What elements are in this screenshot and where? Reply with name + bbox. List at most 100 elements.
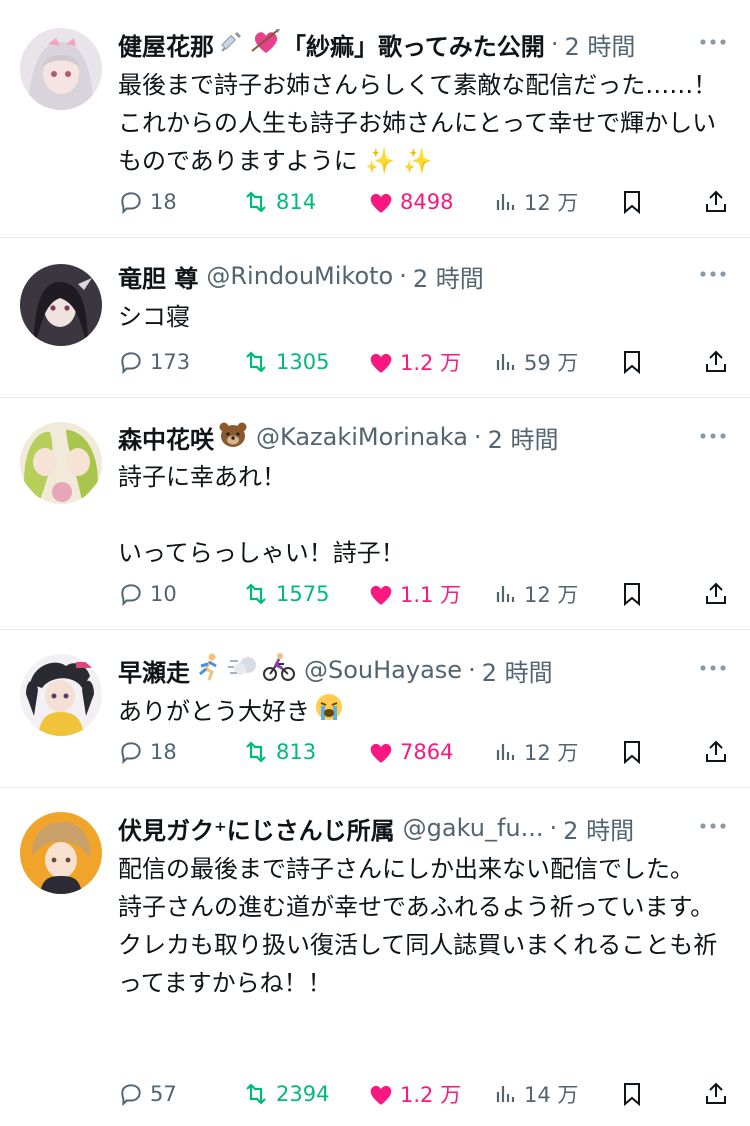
views-button[interactable]: 12 万 (494, 737, 578, 767)
share-button[interactable] (704, 581, 728, 607)
tweet[interactable]: 森中花咲 @KazakiMorinaka · 2 時間 詩子に幸あれ！ いってら… (0, 398, 750, 630)
tweet[interactable]: 早瀬走 @SouHayase · 2 時間 ありがとう大好き 18 813 78… (0, 630, 750, 788)
author-handle[interactable]: @RindouMikoto (206, 262, 393, 290)
like-button[interactable]: 1.1 万 (368, 579, 461, 609)
bear-icon (218, 420, 248, 454)
bookmark-button[interactable] (620, 189, 644, 215)
heart-icon (370, 585, 392, 605)
reply-count: 173 (150, 350, 191, 374)
runner-icon (194, 652, 224, 688)
tweet-text: 詩子に幸あれ！ いってらっしゃい！詩子！ (118, 463, 405, 567)
author-handle[interactable]: @KazakiMorinaka (256, 423, 468, 451)
tweet-text: 配信の最後まで詩子さんにしか出来ない配信でした。 詩子さんの進む道が幸せであふれ… (118, 855, 718, 997)
author-handle[interactable]: @SouHayase (304, 656, 462, 684)
bookmark-button[interactable] (620, 1081, 644, 1107)
heart-icon (370, 743, 392, 763)
view-count: 12 万 (524, 191, 579, 215)
like-button[interactable]: 8498 (368, 190, 453, 214)
author-handle[interactable]: @gaku_fu... (403, 814, 544, 842)
tweet[interactable]: 伏見ガク⁺にじさんじ所属 @gaku_fu... · 2 時間 配信の最後まで詩… (0, 788, 750, 1126)
analytics-icon (496, 354, 515, 370)
author-name[interactable]: 健屋花那 (118, 27, 214, 62)
timestamp[interactable]: 2 時間 (564, 27, 635, 62)
like-count: 1.2 万 (400, 1083, 462, 1107)
author-name[interactable]: 伏見ガク⁺にじさんじ所属 (118, 811, 395, 846)
share-button[interactable] (704, 189, 728, 215)
avatar[interactable] (20, 654, 102, 736)
views-button[interactable]: 14 万 (494, 1079, 578, 1109)
share-icon (706, 350, 726, 372)
like-count: 8498 (400, 190, 454, 214)
heart-icon (370, 1085, 392, 1105)
avatar[interactable] (20, 422, 102, 504)
retweet-icon (246, 351, 266, 373)
tweet-text: 最後まで詩子お姉さんらしくて素敵な配信だった……！これからの人生も詩子お姉さんに… (118, 71, 718, 175)
author-name[interactable]: 早瀬走 (118, 653, 190, 688)
retweet-button[interactable]: 1575 (242, 581, 329, 607)
views-button[interactable]: 12 万 (494, 187, 578, 217)
timestamp[interactable]: 2 時間 (482, 653, 553, 688)
more-options-icon[interactable] (698, 430, 728, 442)
view-count: 59 万 (524, 351, 579, 375)
view-count: 12 万 (524, 741, 579, 765)
reply-button[interactable]: 57 (118, 1081, 177, 1107)
share-icon (706, 190, 726, 212)
dash-icon (228, 653, 258, 687)
reply-icon (121, 192, 141, 215)
reply-button[interactable]: 173 (118, 349, 190, 375)
bookmark-icon (624, 1083, 640, 1107)
retweet-button[interactable]: 2394 (242, 1081, 329, 1107)
reply-icon (121, 584, 141, 607)
tweet[interactable]: 竜胆 尊 @RindouMikoto · 2 時間 シコ寝 173 1305 1… (0, 238, 750, 398)
heart-icon (370, 193, 392, 213)
reply-button[interactable]: 18 (118, 189, 177, 215)
tweet-text: ありがとう大好き (118, 692, 728, 733)
retweet-count: 1305 (276, 350, 330, 374)
timestamp[interactable]: 2 時間 (563, 811, 634, 846)
reply-button[interactable]: 10 (118, 581, 177, 607)
like-count: 1.2 万 (400, 351, 462, 375)
more-options-icon[interactable] (698, 36, 728, 48)
views-button[interactable]: 12 万 (494, 579, 578, 609)
share-button[interactable] (704, 1081, 728, 1107)
avatar[interactable] (20, 28, 102, 110)
avatar[interactable] (20, 812, 102, 894)
share-icon (706, 740, 726, 762)
like-button[interactable]: 1.2 万 (368, 347, 461, 377)
author-name[interactable]: 森中花咲 (118, 420, 214, 455)
avatar[interactable] (20, 264, 102, 346)
syringe-icon (218, 27, 246, 61)
retweet-button[interactable]: 814 (242, 189, 316, 215)
bookmark-button[interactable] (620, 581, 644, 607)
share-button[interactable] (704, 349, 728, 375)
retweet-button[interactable]: 1305 (242, 349, 329, 375)
like-button[interactable]: 1.2 万 (368, 1079, 461, 1109)
timestamp[interactable]: 2 時間 (413, 259, 484, 294)
bookmark-icon (624, 191, 640, 215)
share-button[interactable] (704, 739, 728, 765)
reply-count: 10 (150, 582, 177, 606)
retweet-icon (246, 191, 266, 213)
tweet-actions: 18 813 7864 12 万 (118, 732, 728, 772)
more-options-icon[interactable] (698, 268, 728, 280)
more-options-icon[interactable] (698, 820, 728, 832)
reply-icon (121, 1084, 141, 1107)
bookmark-button[interactable] (620, 739, 644, 765)
retweet-button[interactable]: 813 (242, 739, 316, 765)
heart-with-arrow-icon (250, 27, 282, 61)
timestamp[interactable]: 2 時間 (488, 420, 559, 455)
analytics-icon (496, 586, 515, 602)
retweet-icon (246, 1083, 266, 1105)
tweet[interactable]: 健屋花那 「紗痲」歌ってみた公開 · 2 時間 最後まで詩子お姉さんらしくて素敵… (0, 0, 750, 238)
reply-button[interactable]: 18 (118, 739, 177, 765)
bookmark-button[interactable] (620, 349, 644, 375)
analytics-icon (496, 744, 515, 760)
author-name[interactable]: 竜胆 尊 (118, 259, 198, 294)
reply-icon (121, 352, 141, 375)
like-count: 1.1 万 (400, 583, 462, 607)
crying-face-icon (314, 692, 344, 733)
more-options-icon[interactable] (698, 662, 728, 674)
tweet-actions: 10 1575 1.1 万 12 万 (118, 574, 728, 614)
like-button[interactable]: 7864 (368, 740, 453, 764)
views-button[interactable]: 59 万 (494, 347, 578, 377)
